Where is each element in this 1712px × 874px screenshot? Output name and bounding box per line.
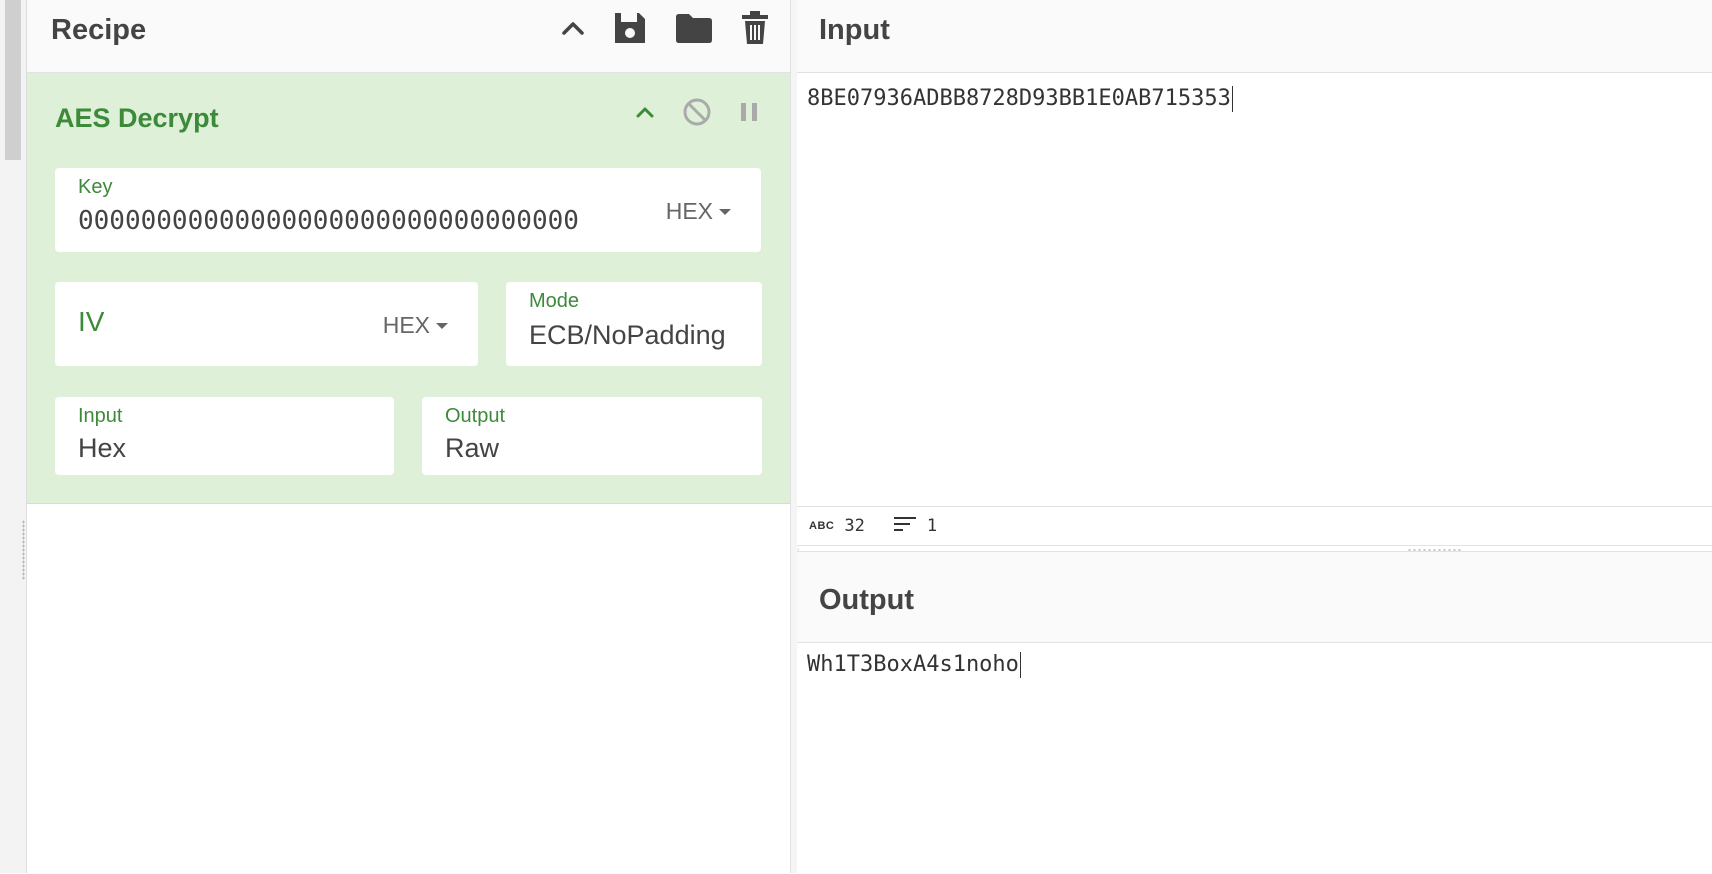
scrollbar-thumb[interactable] xyxy=(5,0,21,160)
recipe-header-icons xyxy=(560,10,770,46)
chevron-down-icon xyxy=(719,208,731,215)
mode-value[interactable]: ECB/NoPadding xyxy=(529,320,744,351)
output-text: Wh1T3BoxA4s1noho xyxy=(807,652,1019,677)
output-format-label: Output xyxy=(445,405,506,427)
length-icon: ABC xyxy=(809,520,835,532)
output-format-field[interactable]: Output Raw xyxy=(422,397,762,475)
chevron-up-icon[interactable] xyxy=(560,15,586,41)
trash-icon[interactable] xyxy=(740,10,770,46)
mode-label: Mode xyxy=(529,290,580,312)
chevron-up-icon[interactable] xyxy=(634,101,656,128)
resize-grip[interactable] xyxy=(22,520,25,580)
output-title: Output xyxy=(819,584,915,616)
iv-label: IV xyxy=(78,306,105,337)
output-pane: Output Wh1T3BoxA4s1noho xyxy=(797,551,1712,874)
text-cursor xyxy=(1019,652,1021,678)
key-format-label: HEX xyxy=(665,198,713,224)
recipe-title: Recipe xyxy=(51,14,147,46)
input-textarea[interactable]: 8BE07936ADBB8728D93BB1E0AB715353 xyxy=(807,86,1697,496)
key-field[interactable]: Key 00000000000000000000000000000000 HEX xyxy=(55,168,761,252)
output-textarea[interactable]: Wh1T3BoxA4s1noho xyxy=(807,652,1697,862)
output-format-value[interactable]: Raw xyxy=(445,433,499,464)
input-statusbar: ABC 32 1 xyxy=(797,506,1712,546)
output-header: Output xyxy=(797,552,1712,643)
pause-icon[interactable] xyxy=(738,100,760,129)
iv-format-dropdown[interactable]: HEX xyxy=(383,312,448,339)
input-lines: 1 xyxy=(926,516,938,536)
input-format-field[interactable]: Input Hex xyxy=(55,397,394,475)
recipe-header: Recipe xyxy=(27,0,790,73)
operation-title: AES Decrypt xyxy=(55,103,219,133)
left-scroll-strip[interactable] xyxy=(0,0,27,873)
mode-field[interactable]: Mode ECB/NoPadding xyxy=(506,282,762,366)
save-icon[interactable] xyxy=(612,10,648,46)
text-cursor xyxy=(1231,86,1233,112)
operation-controls xyxy=(634,97,760,132)
input-text: 8BE07936ADBB8728D93BB1E0AB715353 xyxy=(807,86,1231,111)
input-format-label: Input xyxy=(78,405,123,427)
input-length: 32 xyxy=(844,516,865,536)
input-format-value[interactable]: Hex xyxy=(78,433,126,464)
input-title: Input xyxy=(819,14,890,46)
recipe-pane: Recipe AES Decrypt Key 00000000000000000… xyxy=(27,0,790,873)
chevron-down-icon xyxy=(436,322,448,329)
iv-format-label: HEX xyxy=(382,312,430,338)
input-header: Input xyxy=(797,0,1712,73)
disable-icon[interactable] xyxy=(682,97,712,132)
aes-decrypt-operation[interactable]: AES Decrypt Key 000000000000000000000000… xyxy=(27,73,790,504)
key-label: Key xyxy=(78,176,113,198)
iv-field[interactable]: IV HEX xyxy=(55,282,478,366)
folder-icon[interactable] xyxy=(674,11,714,45)
input-pane: Input 8BE07936ADBB8728D93BB1E0AB715353 A… xyxy=(797,0,1712,548)
key-format-dropdown[interactable]: HEX xyxy=(666,198,731,225)
key-value[interactable]: 00000000000000000000000000000000 xyxy=(78,206,618,236)
lines-icon xyxy=(893,515,917,538)
